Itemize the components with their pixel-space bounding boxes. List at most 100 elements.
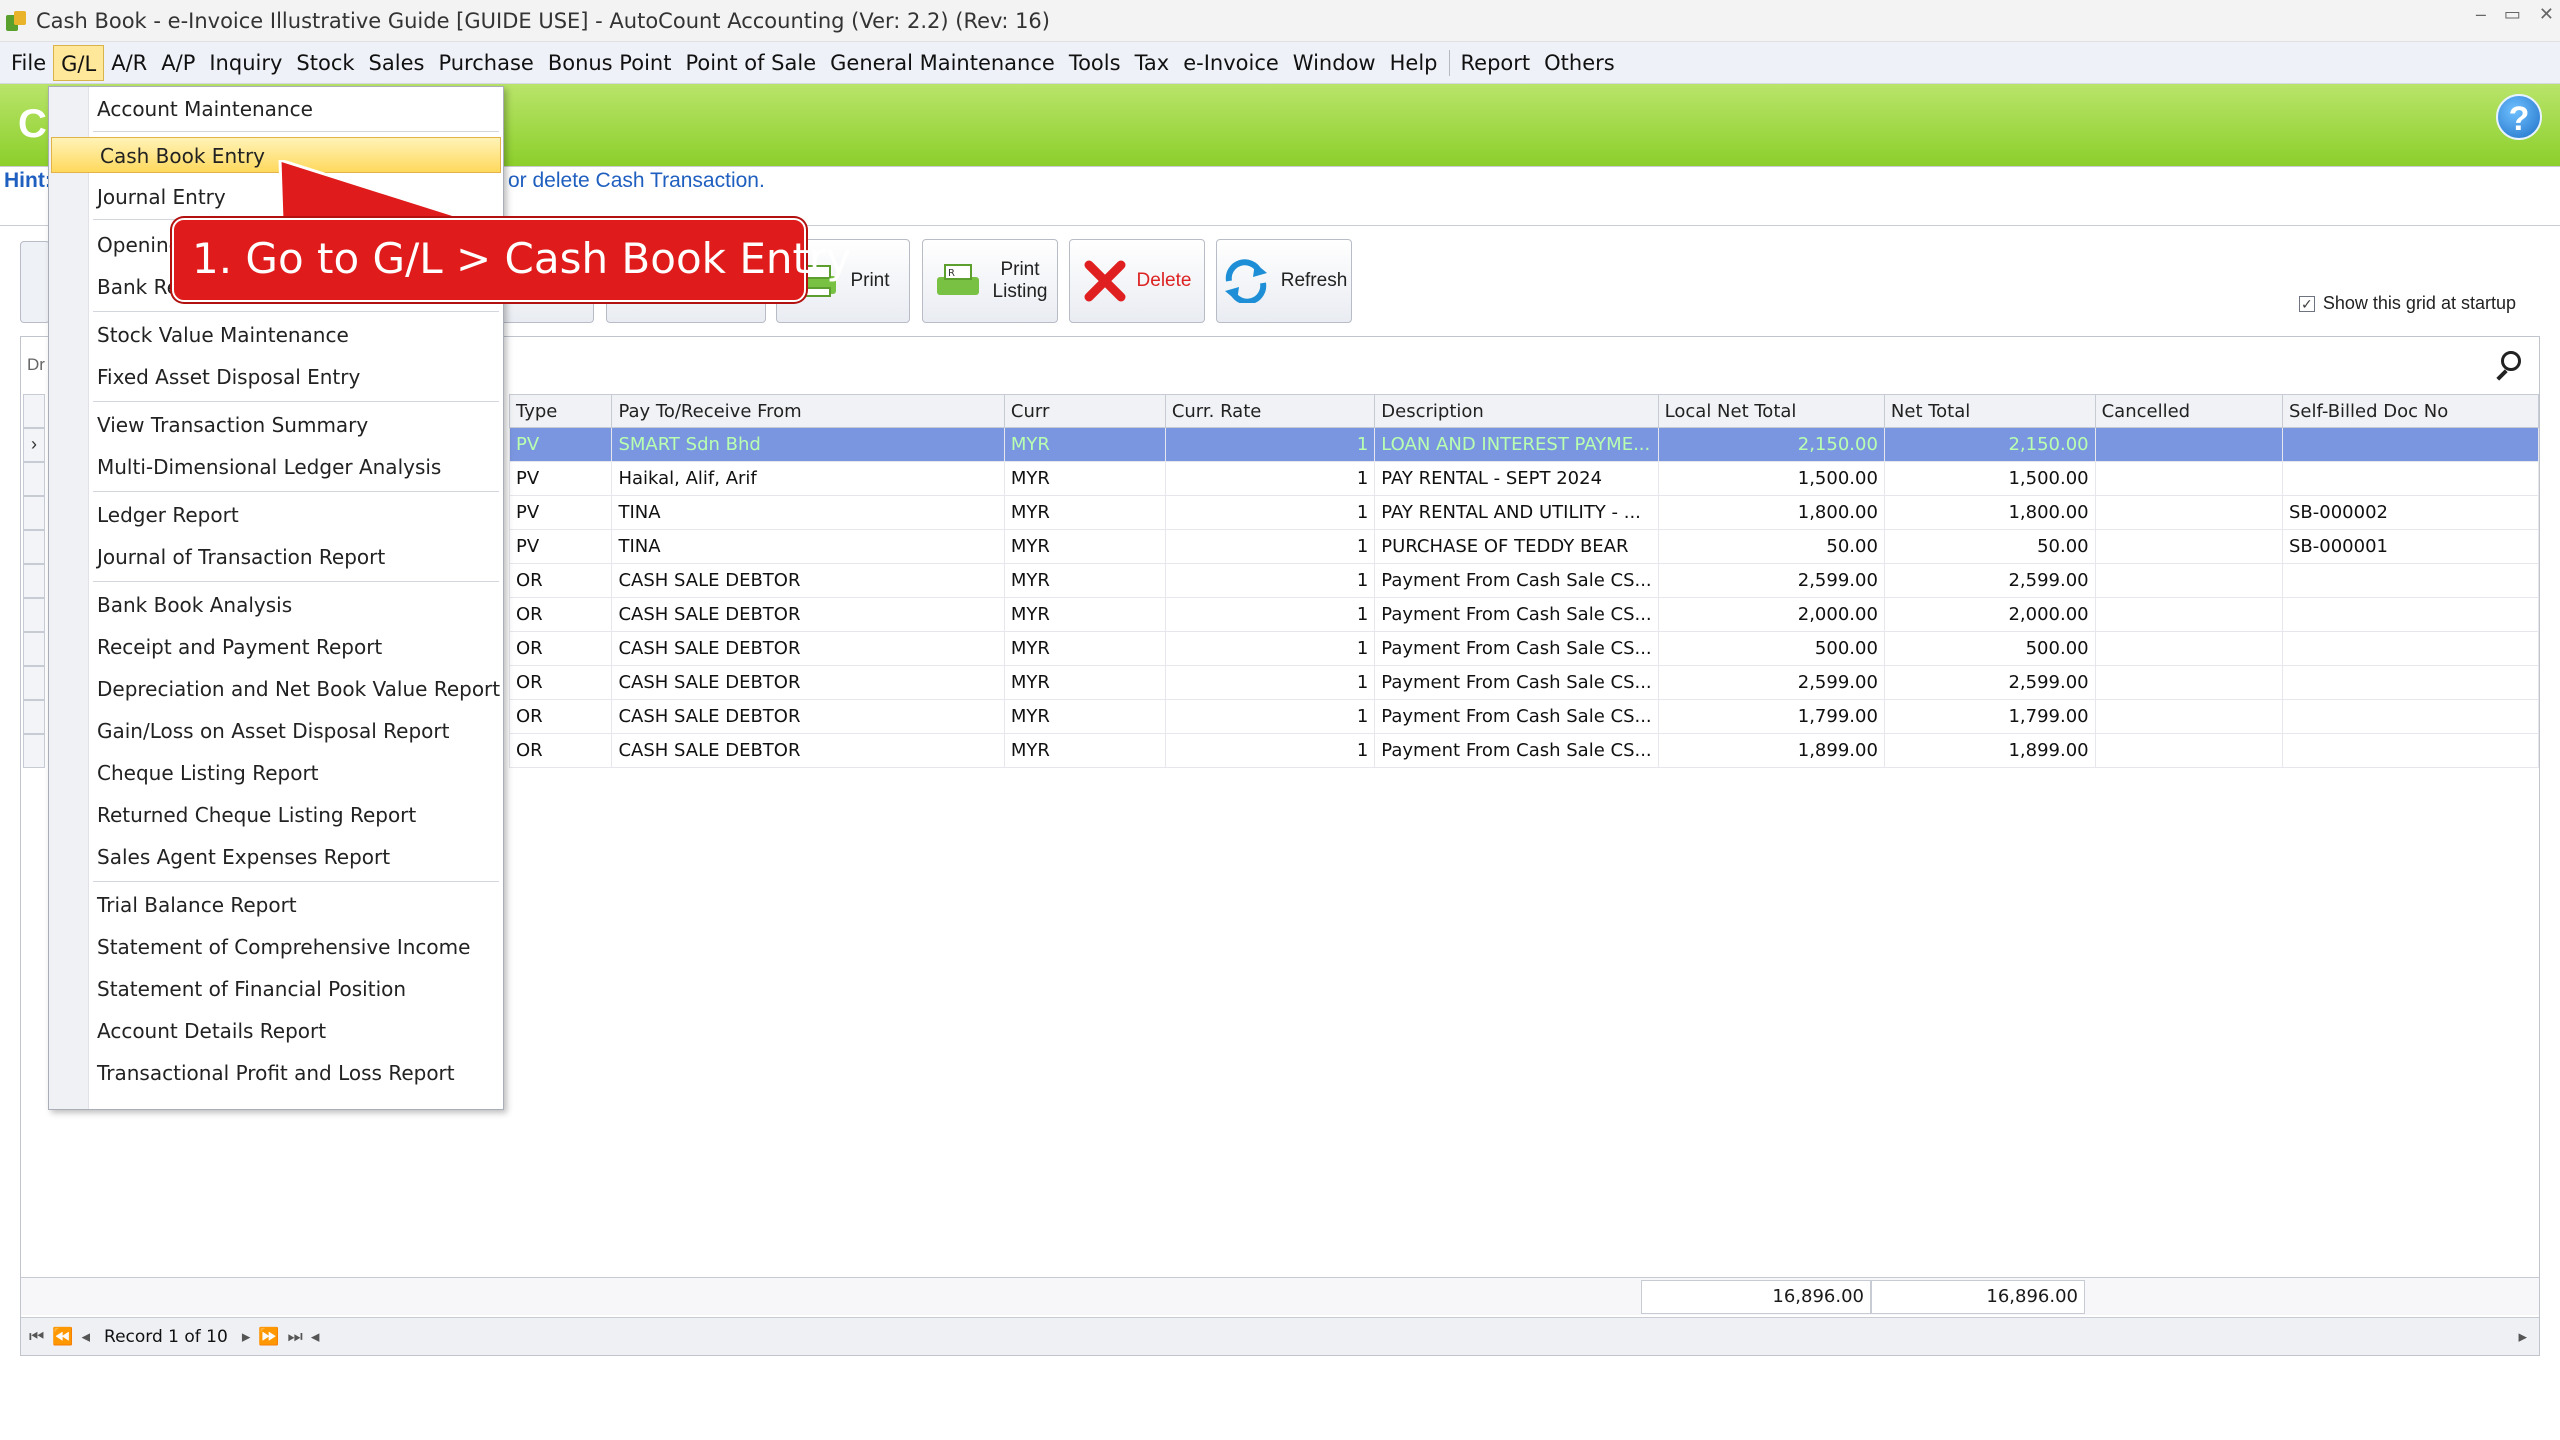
- column-header-curr[interactable]: Curr: [1003, 394, 1166, 428]
- table-row[interactable]: OR CASH SALE DEBTOR MYR 1 Payment From Cash …: [508, 597, 2539, 632]
- column-header-net-total[interactable]: Net Total: [1883, 394, 2096, 428]
- menu-general-maintenance[interactable]: General Maintenance: [823, 45, 1062, 81]
- search-icon[interactable]: [2493, 351, 2523, 381]
- menu-tax[interactable]: Tax: [1128, 45, 1177, 81]
- menu-ar[interactable]: A/R: [104, 45, 154, 81]
- scroll-left-icon[interactable]: ◂: [307, 1327, 324, 1347]
- menu-account-details-report[interactable]: Account Details Report: [49, 1013, 503, 1049]
- menu-gl[interactable]: G/L: [53, 44, 105, 81]
- cell-curr: MYR: [1003, 631, 1166, 666]
- show-grid-checkbox[interactable]: ✓: [2298, 295, 2315, 312]
- cell-curr: MYR: [1003, 461, 1166, 496]
- menu-account-maintenance[interactable]: Account Maintenance: [49, 91, 503, 127]
- row-indicator[interactable]: [23, 530, 45, 564]
- row-indicator[interactable]: [23, 632, 45, 666]
- menu-others[interactable]: Others: [1537, 45, 1622, 81]
- cell-curr: MYR: [1003, 495, 1166, 530]
- prev-page-icon[interactable]: ⏪: [48, 1327, 77, 1347]
- row-indicator[interactable]: [23, 564, 45, 598]
- table-row[interactable]: PV Haikal, Alif, Arif MYR 1 PAY RENTAL - SEP…: [508, 461, 2539, 496]
- table-row[interactable]: PV TINA MYR 1 PAY RENTAL AND UTILITY - ... 1,…: [508, 495, 2539, 530]
- menu-transactional-profit-loss-report[interactable]: Transactional Profit and Loss Report: [49, 1055, 503, 1091]
- prev-record-icon[interactable]: ◂: [77, 1327, 94, 1347]
- menu-ap[interactable]: A/P: [154, 45, 202, 81]
- next-page-icon[interactable]: ⏩: [254, 1327, 283, 1347]
- menu-sales-agent-expenses-report[interactable]: Sales Agent Expenses Report: [49, 839, 503, 875]
- menu-bank-book-analysis[interactable]: Bank Book Analysis: [49, 587, 503, 623]
- menu-fixed-asset-disposal-entry[interactable]: Fixed Asset Disposal Entry: [49, 359, 503, 395]
- delete-button[interactable]: Delete: [1069, 239, 1205, 323]
- menu-bonus-point[interactable]: Bonus Point: [541, 45, 679, 81]
- row-indicator-header: [23, 394, 45, 428]
- row-indicator[interactable]: [23, 666, 45, 700]
- menu-gain-loss-asset-disposal-report[interactable]: Gain/Loss on Asset Disposal Report: [49, 713, 503, 749]
- menu-report[interactable]: Report: [1454, 45, 1538, 81]
- row-indicator[interactable]: [23, 598, 45, 632]
- cell-curr-rate: 1: [1164, 733, 1376, 768]
- first-record-icon[interactable]: ⏮: [25, 1327, 48, 1347]
- menu-returned-cheque-listing-report[interactable]: Returned Cheque Listing Report: [49, 797, 503, 833]
- last-record-icon[interactable]: ⏭: [284, 1327, 307, 1347]
- menu-purchase[interactable]: Purchase: [431, 45, 540, 81]
- cell-type: PV: [508, 461, 613, 496]
- window-title: Cash Book - e-Invoice Illustrative Guide…: [36, 8, 1050, 33]
- next-record-icon[interactable]: ▸: [238, 1327, 255, 1347]
- help-icon[interactable]: ?: [2496, 94, 2542, 140]
- scroll-right-icon[interactable]: ▸: [2514, 1327, 2531, 1347]
- close-icon[interactable]: ✕: [2539, 4, 2554, 25]
- menu-stock-value-maintenance[interactable]: Stock Value Maintenance: [49, 317, 503, 353]
- menu-receipt-and-payment-report[interactable]: Receipt and Payment Report: [49, 629, 503, 665]
- cell-pay-to: CASH SALE DEBTOR: [611, 597, 1005, 632]
- menu-tools[interactable]: Tools: [1062, 45, 1128, 81]
- menu-journal-of-transaction-report[interactable]: Journal of Transaction Report: [49, 539, 503, 575]
- minimize-icon[interactable]: –: [2476, 4, 2486, 25]
- menu-statement-comprehensive-income[interactable]: Statement of Comprehensive Income: [49, 929, 503, 965]
- menu-view-transaction-summary[interactable]: View Transaction Summary: [49, 407, 503, 443]
- menu-window[interactable]: Window: [1286, 45, 1383, 81]
- menu-multi-dimensional-ledger-analysis[interactable]: Multi-Dimensional Ledger Analysis: [49, 449, 503, 485]
- print-listing-button[interactable]: R Print Listing: [922, 239, 1058, 323]
- column-header-self-billed-doc-no[interactable]: Self-Billed Doc No: [2282, 394, 2539, 428]
- menu-point-of-sale[interactable]: Point of Sale: [678, 45, 823, 81]
- menu-trial-balance-report[interactable]: Trial Balance Report: [49, 887, 503, 923]
- menu-depreciation-report[interactable]: Depreciation and Net Book Value Report: [49, 671, 503, 707]
- column-header-type[interactable]: Type: [508, 394, 613, 428]
- menu-sales[interactable]: Sales: [362, 45, 432, 81]
- print-listing-label: Print Listing: [992, 259, 1048, 302]
- row-indicator[interactable]: [23, 700, 45, 734]
- total-local-net: 16,896.00: [1641, 1280, 1871, 1314]
- hint-text: or delete Cash Transaction.: [508, 169, 765, 192]
- column-header-curr-rate[interactable]: Curr. Rate: [1164, 394, 1376, 428]
- column-header-description[interactable]: Description: [1374, 394, 1659, 428]
- cell-local-net-total: 2,599.00: [1657, 563, 1885, 598]
- table-row[interactable]: OR CASH SALE DEBTOR MYR 1 Payment From Cash …: [508, 563, 2539, 598]
- refresh-button[interactable]: Refresh: [1216, 239, 1352, 323]
- column-header-local-net-total[interactable]: Local Net Total: [1657, 394, 1885, 428]
- menu-help[interactable]: Help: [1383, 45, 1445, 81]
- row-indicator-current[interactable]: ›: [23, 428, 45, 462]
- menu-e-invoice[interactable]: e-Invoice: [1176, 45, 1286, 81]
- menu-stock[interactable]: Stock: [289, 45, 361, 81]
- row-indicator[interactable]: [23, 496, 45, 530]
- table-row[interactable]: OR CASH SALE DEBTOR MYR 1 Payment From Cash …: [508, 699, 2539, 734]
- menu-separator: [93, 491, 499, 492]
- table-row[interactable]: PV SMART Sdn Bhd MYR 1 LOAN AND INTEREST PAY…: [508, 427, 2539, 462]
- row-indicator[interactable]: [23, 734, 45, 768]
- restore-icon[interactable]: ▭: [2504, 4, 2521, 25]
- table-row[interactable]: OR CASH SALE DEBTOR MYR 1 Payment From Cash …: [508, 733, 2539, 768]
- column-header-cancelled[interactable]: Cancelled: [2094, 394, 2284, 428]
- menu-cheque-listing-report[interactable]: Cheque Listing Report: [49, 755, 503, 791]
- cell-pay-to: CASH SALE DEBTOR: [611, 631, 1005, 666]
- row-indicator[interactable]: [23, 462, 45, 496]
- menu-file[interactable]: File: [4, 45, 53, 81]
- column-header-pay-to[interactable]: Pay To/Receive From: [611, 394, 1005, 428]
- menu-statement-financial-position[interactable]: Statement of Financial Position: [49, 971, 503, 1007]
- cell-self-billed: [2282, 665, 2539, 700]
- table-row[interactable]: OR CASH SALE DEBTOR MYR 1 Payment From Cash …: [508, 665, 2539, 700]
- menu-ledger-report[interactable]: Ledger Report: [49, 497, 503, 533]
- grid-layout-button[interactable]: [20, 241, 50, 323]
- table-row[interactable]: OR CASH SALE DEBTOR MYR 1 Payment From Cash …: [508, 631, 2539, 666]
- table-row[interactable]: PV TINA MYR 1 PURCHASE OF TEDDY BEAR 50.00 50.…: [508, 529, 2539, 564]
- menu-inquiry[interactable]: Inquiry: [202, 45, 289, 81]
- menu-separator: [93, 311, 499, 312]
